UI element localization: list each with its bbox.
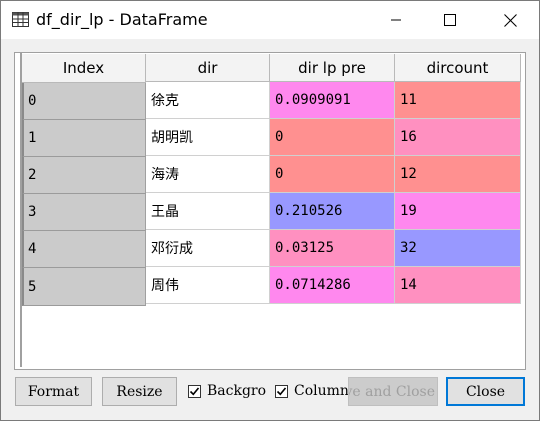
column-header-dir-lp-pre[interactable]: dir lp pre: [270, 54, 395, 82]
close-button[interactable]: Close: [446, 377, 525, 406]
close-window-button[interactable]: [483, 1, 537, 39]
cell-dircount[interactable]: 16: [395, 119, 521, 156]
row-index[interactable]: 4: [22, 231, 146, 268]
row-index[interactable]: 0: [22, 83, 146, 120]
cell-dircount[interactable]: 12: [395, 156, 521, 193]
row-index[interactable]: 3: [22, 194, 146, 231]
column-min-max-label: Column min/max: [294, 383, 348, 399]
cell-dir[interactable]: 徐克: [146, 82, 270, 119]
format-button[interactable]: Format: [15, 377, 92, 406]
cell-dircount[interactable]: 14: [395, 267, 521, 304]
cell-dir[interactable]: 周伟: [146, 267, 270, 304]
column-min-max-checkbox[interactable]: [275, 385, 288, 398]
title-bar: df_dir_lp - DataFrame: [1, 1, 539, 39]
background-color-checkbox[interactable]: [188, 385, 201, 398]
minimize-button[interactable]: [369, 1, 423, 39]
row-index[interactable]: 2: [22, 157, 146, 194]
column-header-dircount[interactable]: dircount: [395, 54, 521, 82]
maximize-icon: [444, 14, 456, 26]
checkmark-icon: [276, 387, 287, 396]
index-header[interactable]: Index: [22, 54, 146, 83]
column-header-dir[interactable]: dir: [146, 54, 270, 82]
cell-dir-lp-pre[interactable]: 0: [270, 119, 395, 156]
cell-dircount[interactable]: 32: [395, 230, 521, 267]
maximize-button[interactable]: [423, 1, 477, 39]
row-index[interactable]: 5: [22, 268, 146, 306]
cell-dir-lp-pre[interactable]: 0: [270, 156, 395, 193]
checkmark-icon: [189, 387, 200, 396]
save-and-close-button[interactable]: Save and Close: [348, 377, 438, 406]
window-title: df_dir_lp - DataFrame: [36, 10, 208, 29]
cell-dir-lp-pre[interactable]: 0.0714286: [270, 267, 395, 304]
row-index[interactable]: 1: [22, 120, 146, 157]
cell-dir[interactable]: 邓衍成: [146, 230, 270, 267]
close-icon: [503, 13, 517, 27]
cell-dircount[interactable]: 19: [395, 193, 521, 230]
grid-table-icon: [12, 12, 29, 27]
cell-dir-lp-pre[interactable]: 0.210526: [270, 193, 395, 230]
cell-dir-lp-pre[interactable]: 0.03125: [270, 230, 395, 267]
cell-dir[interactable]: 王晶: [146, 193, 270, 230]
minimize-icon: [391, 19, 401, 21]
cell-dircount[interactable]: 11: [395, 82, 521, 119]
background-color-label: Background color: [207, 383, 266, 399]
cell-dir-lp-pre[interactable]: 0.0909091: [270, 82, 395, 119]
cell-dir[interactable]: 胡明凯: [146, 119, 270, 156]
resize-button[interactable]: Resize: [102, 377, 177, 406]
cell-dir[interactable]: 海涛: [146, 156, 270, 193]
